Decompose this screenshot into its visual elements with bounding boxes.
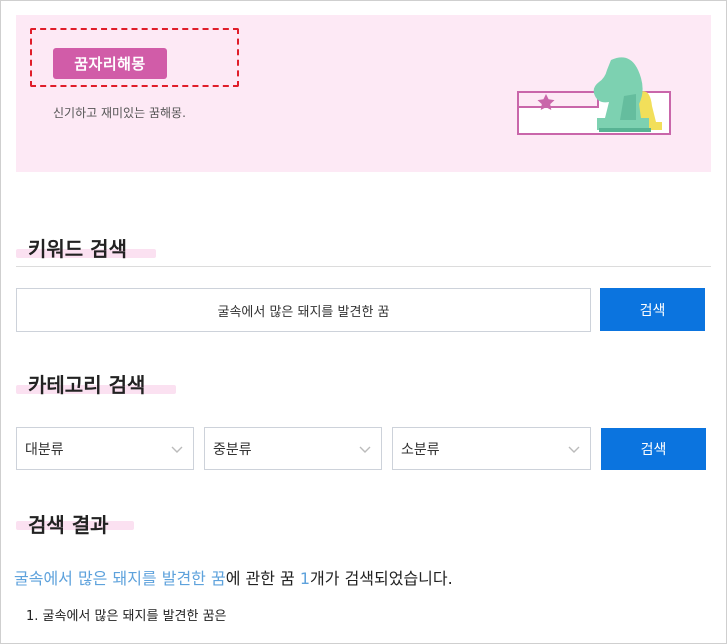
chevron-down-icon: [568, 446, 580, 453]
result-text-end: 개가 검색되었습니다.: [310, 569, 453, 588]
select-middle-category[interactable]: 중분류: [204, 427, 382, 470]
select-major-category[interactable]: 대분류: [16, 427, 194, 470]
chess-illustration: [517, 57, 671, 135]
select-minor-value: 소분류: [401, 441, 440, 458]
result-text-mid: 에 관한 꿈: [225, 569, 300, 588]
keyword-search-title: 키워드 검색: [28, 237, 127, 261]
select-minor-category[interactable]: 소분류: [392, 427, 591, 470]
banner-subtitle: 신기하고 재미있는 꿈해몽.: [53, 106, 186, 120]
keyword-search-input[interactable]: 굴속에서 많은 돼지를 발견한 꿈: [16, 288, 591, 332]
dream-badge[interactable]: 꿈자리해몽: [53, 48, 167, 79]
keyword-search-button[interactable]: 검색: [600, 288, 705, 331]
category-search-button[interactable]: 검색: [601, 428, 706, 470]
result-list-item[interactable]: 1. 굴속에서 많은 돼지를 발견한 꿈은: [26, 605, 227, 624]
keyword-divider: [16, 266, 711, 267]
result-count: 1: [299, 569, 311, 588]
category-search-title: 카테고리 검색: [28, 373, 146, 397]
chevron-down-icon: [171, 446, 183, 453]
result-query: 굴속에서 많은 돼지를 발견한 꿈: [14, 569, 226, 588]
select-major-value: 대분류: [25, 441, 64, 458]
select-middle-value: 중분류: [213, 441, 252, 458]
chevron-down-icon: [359, 446, 371, 453]
result-summary: 굴속에서 많은 돼지를 발견한 꿈에 관한 꿈 1개가 검색되었습니다.: [14, 565, 453, 589]
results-title: 검색 결과: [28, 513, 109, 537]
